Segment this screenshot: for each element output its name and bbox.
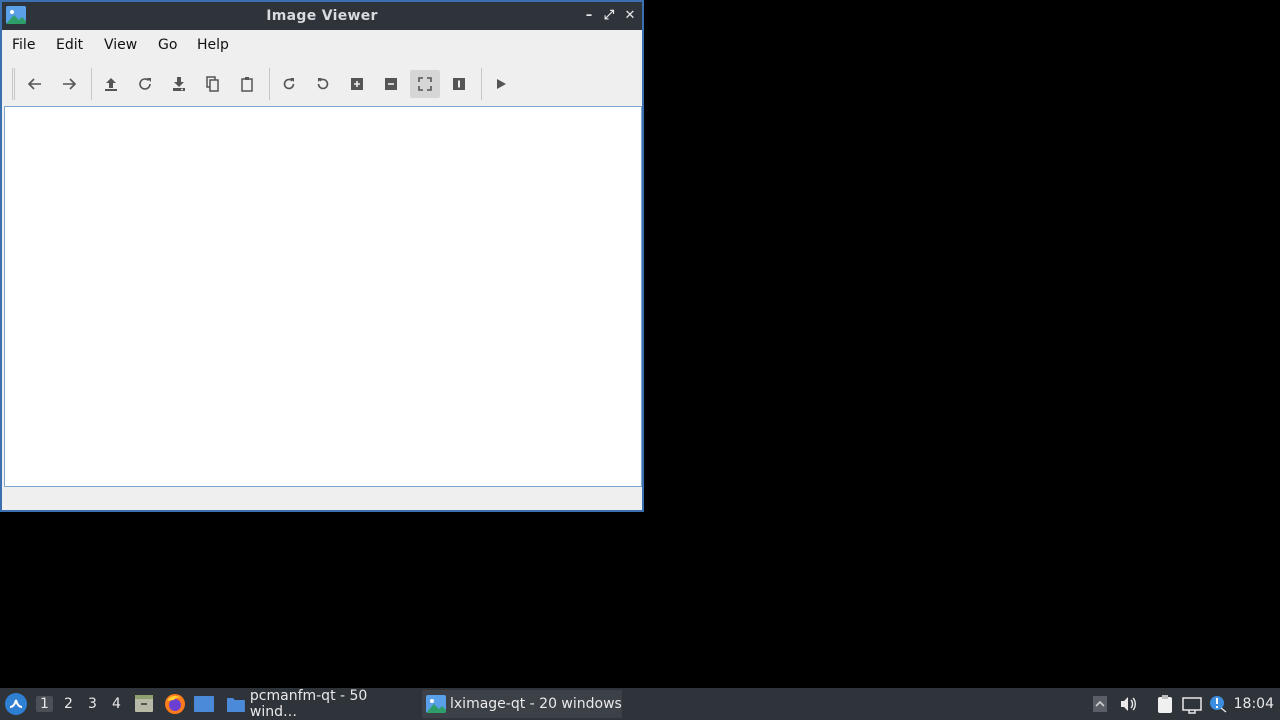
reload-button[interactable]: [130, 70, 160, 98]
menu-edit[interactable]: Edit: [56, 37, 83, 53]
file-manager-icon: [135, 695, 153, 712]
fit-window-icon: [418, 77, 432, 91]
save-icon: [173, 77, 185, 91]
notification-icon: [1210, 696, 1227, 713]
toolbar-handle-line: [14, 68, 15, 100]
image-viewer-icon: [426, 695, 446, 713]
task-lximage[interactable]: lximage-qt - 20 windows: [422, 690, 622, 718]
firefox-launcher[interactable]: [164, 693, 186, 715]
arrow-left-icon: [27, 78, 41, 90]
toolbar-handle[interactable]: [12, 68, 13, 100]
minimize-button[interactable]: –: [580, 6, 598, 26]
info-icon: [453, 78, 465, 90]
volume-icon: [1121, 697, 1136, 711]
toolbar: [2, 62, 642, 104]
menu-view[interactable]: View: [104, 37, 137, 53]
fit-window-button[interactable]: [410, 70, 440, 98]
network-icon: [1182, 697, 1202, 714]
upload-icon: [105, 78, 117, 91]
task-label: pcmanfm-qt - 50 wind…: [249, 688, 368, 720]
close-button[interactable]: ✕: [621, 6, 639, 26]
rotate-clockwise-button[interactable]: [274, 70, 304, 98]
workspace-1[interactable]: 1: [36, 696, 53, 712]
zoom-in-icon: [351, 78, 363, 90]
menu-bar: File Edit View Go Help: [2, 30, 642, 60]
show-desktop-icon: [194, 696, 214, 712]
workspace-2[interactable]: 2: [64, 696, 73, 712]
refresh-icon: [139, 78, 151, 90]
toolbar-separator: [269, 68, 270, 100]
clipboard-tray-button[interactable]: [1155, 694, 1175, 714]
menu-go[interactable]: Go: [158, 37, 177, 53]
zoom-in-button[interactable]: [342, 70, 372, 98]
info-button[interactable]: [444, 70, 474, 98]
play-icon: [497, 79, 506, 89]
rotate-clockwise-icon: [283, 78, 295, 90]
image-viewer-window: Image Viewer – ⤢ ✕ File Edit View Go Hel…: [0, 0, 644, 512]
rotate-counterclockwise-icon: [317, 78, 329, 90]
zoom-out-button[interactable]: [376, 70, 406, 98]
firefox-icon: [165, 694, 185, 714]
main-menu-button[interactable]: [4, 692, 28, 716]
task-label: lximage-qt - 20 windows: [450, 696, 622, 712]
desktop-launcher[interactable]: [193, 693, 215, 715]
forward-button[interactable]: [54, 70, 84, 98]
image-canvas[interactable]: [4, 106, 642, 487]
status-bar: [2, 488, 642, 510]
file-manager-launcher[interactable]: [133, 693, 155, 715]
clipboard-icon: [1158, 695, 1172, 713]
clock[interactable]: 18:04: [1234, 696, 1274, 712]
save-button[interactable]: [164, 70, 194, 98]
copy-button[interactable]: [198, 70, 228, 98]
folder-icon: [226, 698, 245, 712]
tray-expand-button[interactable]: [1090, 694, 1110, 714]
copy-icon: [206, 76, 219, 92]
chevron-up-icon: [1093, 696, 1107, 712]
paste-button[interactable]: [232, 70, 262, 98]
title-bar[interactable]: Image Viewer – ⤢ ✕: [2, 2, 642, 30]
maximize-button[interactable]: ⤢: [600, 6, 618, 26]
volume-button[interactable]: [1118, 694, 1138, 714]
window-title: Image Viewer: [266, 8, 378, 24]
network-button[interactable]: [1182, 694, 1202, 714]
arrow-right-icon: [63, 78, 77, 90]
taskbar: 1 2 3 4 pcmanfm-qt - 50 wind… lximage-qt…: [0, 688, 1280, 720]
slideshow-button[interactable]: [486, 70, 516, 98]
workspace-3[interactable]: 3: [88, 696, 97, 712]
notification-button[interactable]: [1208, 694, 1228, 714]
clipboard-icon: [241, 77, 253, 92]
zoom-out-icon: [385, 78, 397, 90]
workspace-4[interactable]: 4: [112, 696, 121, 712]
open-button[interactable]: [96, 70, 126, 98]
task-pcmanfm[interactable]: pcmanfm-qt - 50 wind…: [222, 688, 418, 720]
toolbar-separator: [91, 68, 92, 100]
menu-help[interactable]: Help: [197, 37, 229, 53]
rotate-counterclockwise-button[interactable]: [308, 70, 338, 98]
toolbar-separator: [481, 68, 482, 100]
back-button[interactable]: [20, 70, 50, 98]
lxqt-logo-icon: [5, 693, 27, 715]
menu-file[interactable]: File: [12, 37, 35, 53]
